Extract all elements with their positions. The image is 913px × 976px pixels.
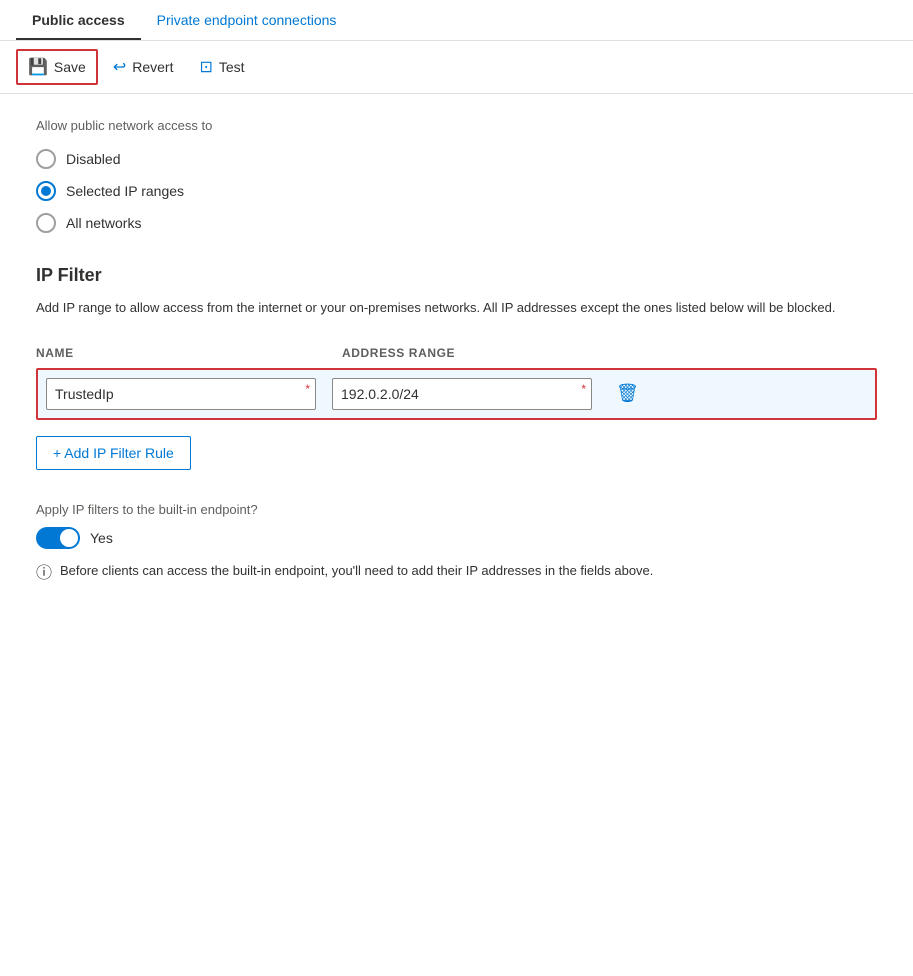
radio-all-networks-circle (36, 213, 56, 233)
ip-filter-title: IP Filter (36, 265, 877, 286)
ip-filter-description: Add IP range to allow access from the in… (36, 298, 877, 318)
ip-filter-section: IP Filter Add IP range to allow access f… (36, 265, 877, 470)
delete-icon: 🗑 (616, 383, 639, 404)
radio-all-networks[interactable]: All networks (36, 213, 877, 233)
radio-all-networks-label: All networks (66, 215, 141, 231)
toolbar: 💾 Save ↩ Revert ⊡ Test (0, 41, 913, 94)
network-access-radio-group: Disabled Selected IP ranges All networks (36, 149, 877, 233)
tab-bar: Public access Private endpoint connectio… (0, 0, 913, 41)
radio-disabled-label: Disabled (66, 151, 120, 167)
add-ip-filter-rule-button[interactable]: + Add IP Filter Rule (36, 436, 191, 470)
radio-selected-ip-circle (36, 181, 56, 201)
name-input[interactable] (46, 378, 316, 410)
network-access-label: Allow public network access to (36, 118, 877, 133)
toggle-value-label: Yes (90, 530, 113, 546)
radio-disabled-circle (36, 149, 56, 169)
test-button[interactable]: ⊡ Test (188, 50, 255, 84)
built-in-endpoint-toggle[interactable] (36, 527, 80, 549)
range-field-wrapper: * (332, 378, 592, 410)
tab-private-endpoint[interactable]: Private endpoint connections (141, 0, 353, 40)
radio-selected-ip-label: Selected IP ranges (66, 183, 184, 199)
col-header-name: NAME (36, 346, 326, 360)
revert-icon: ↩ (113, 57, 126, 77)
revert-button[interactable]: ↩ Revert (102, 50, 185, 84)
tab-public-access[interactable]: Public access (16, 0, 141, 40)
test-label: Test (219, 59, 245, 75)
save-button[interactable]: 💾 Save (16, 49, 98, 85)
info-row: ⓘ Before clients can access the built-in… (36, 561, 877, 586)
revert-label: Revert (132, 59, 173, 75)
radio-selected-ip[interactable]: Selected IP ranges (36, 181, 877, 201)
delete-row-button[interactable]: 🗑 (608, 379, 647, 408)
col-header-address-range: ADDRESS RANGE (342, 346, 622, 360)
radio-disabled[interactable]: Disabled (36, 149, 877, 169)
ip-table-header: NAME ADDRESS RANGE (36, 342, 877, 368)
built-in-endpoint-section: Apply IP filters to the built-in endpoin… (36, 502, 877, 586)
add-rule-label: + Add IP Filter Rule (53, 445, 174, 461)
name-field-wrapper: * (46, 378, 316, 410)
address-range-input[interactable] (332, 378, 592, 410)
toggle-row: Yes (36, 527, 877, 549)
built-in-endpoint-question: Apply IP filters to the built-in endpoin… (36, 502, 877, 517)
info-icon: ⓘ (36, 562, 52, 586)
range-required-star: * (581, 382, 586, 396)
save-icon: 💾 (28, 57, 48, 77)
test-icon: ⊡ (199, 57, 212, 77)
main-content: Allow public network access to Disabled … (0, 94, 913, 626)
ip-filter-table: NAME ADDRESS RANGE * * 🗑 (36, 342, 877, 420)
save-label: Save (54, 59, 86, 75)
name-required-star: * (305, 382, 310, 396)
info-text: Before clients can access the built-in e… (60, 561, 653, 581)
table-row: * * 🗑 (36, 368, 877, 420)
